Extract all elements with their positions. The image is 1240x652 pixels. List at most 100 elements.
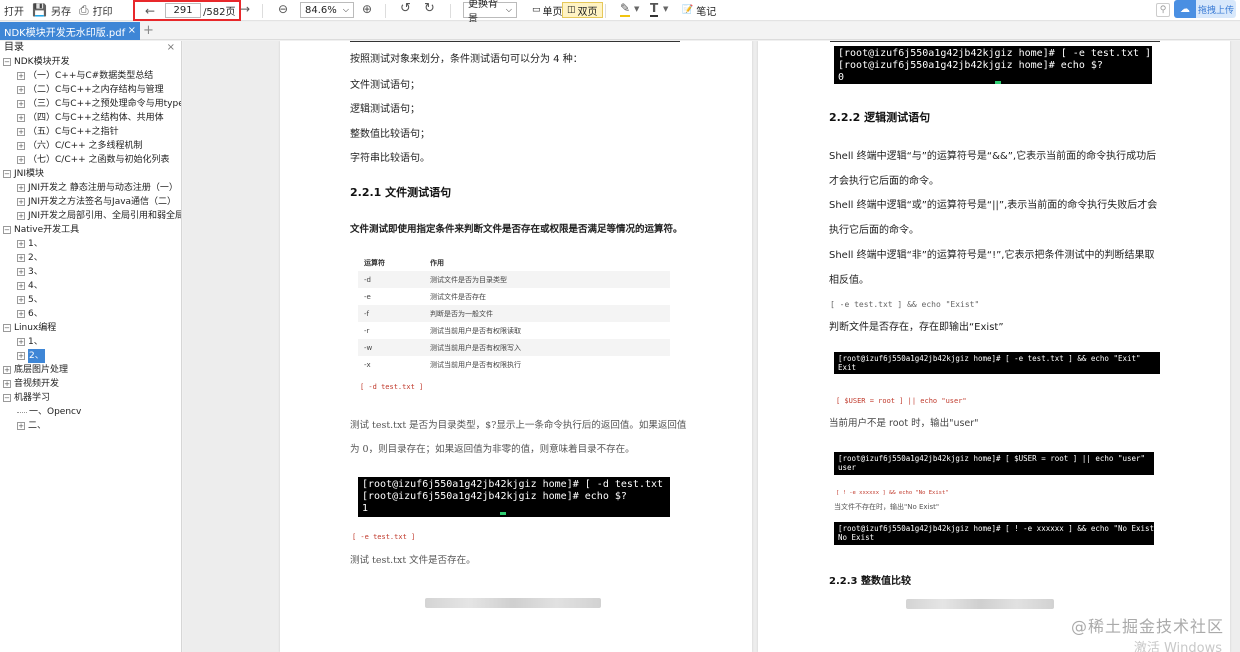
outline-item[interactable]: +1、 [0,237,181,251]
rotate-right-icon[interactable]: ↻ [424,1,435,16]
expand-toggle-icon[interactable]: + [17,114,25,122]
print-button[interactable]: ⎙ 打印 [75,1,117,19]
list-item: 整数值比较语句； [350,129,430,140]
expand-toggle-icon[interactable]: + [17,352,25,360]
zoom-out-icon[interactable]: ⊖ [278,2,288,16]
chevron-down-icon[interactable]: ▼ [634,5,639,13]
expand-toggle-icon[interactable]: + [17,338,25,346]
expand-toggle-icon[interactable]: + [3,366,11,374]
outline-item[interactable]: + （七）C/C++ 之函数与初始化列表 [0,153,181,167]
expand-toggle-icon[interactable]: + [17,268,25,276]
expand-toggle-icon[interactable]: + [17,86,25,94]
outline-item-selected[interactable]: +2、 [0,349,181,363]
outline-item-label: 音视频开发 [14,379,60,389]
outline-item[interactable]: +6、 [0,307,181,321]
tree-connector [17,411,27,413]
expand-toggle-icon[interactable]: + [17,422,25,430]
collapse-toggle-icon[interactable]: − [3,324,11,332]
terminal-line: [root@izuf6j550a1g42jb42kjgiz home]# [ -… [838,354,1141,363]
expand-toggle-icon[interactable]: + [17,72,25,80]
table-cell: 测试当前用户是否有权限执行 [430,360,521,369]
outline-item[interactable]: − Native开发工具 [0,223,181,237]
background-select[interactable]: 更换背景 ⌵ [463,0,517,25]
outline-item[interactable]: − 机器学习 [0,391,181,405]
rotate-left-icon[interactable]: ↺ [400,1,411,16]
outline-item[interactable]: + （二）C与C++之内存结构与管理 [0,83,181,97]
save-as-label: 另存 [50,6,71,18]
collapse-toggle-icon[interactable]: − [3,58,11,66]
terminal-line: No Exist [838,533,875,542]
expand-toggle-icon[interactable]: + [17,142,25,150]
double-page-icon: ◫ [567,5,576,15]
expand-toggle-icon[interactable]: + [17,198,25,206]
save-as-button[interactable]: 💾 另存 [28,1,75,19]
page-number-input[interactable]: 291 [165,3,202,18]
outline-item[interactable]: +JNI开发之局部引用、全局引用和弱全局引用 [0,209,181,223]
text-color-icon[interactable]: T [650,1,659,17]
outline-item[interactable]: 一、Opencv [0,405,181,419]
outline-item[interactable]: + 音视频开发 [0,377,181,391]
code-snippet: [ -e test.txt ] && echo "Exist" [830,300,980,309]
prev-page-arrow-icon[interactable]: ← [145,4,155,18]
expand-toggle-icon[interactable]: + [17,296,25,304]
next-page-arrow-icon[interactable]: → [240,2,250,16]
paragraph: Shell 终端中逻辑“非”的运算符号是“!”,它表示把条件测试中的判断结果取 [829,250,1155,261]
outline-item[interactable]: + JNI开发之 静态注册与动态注册（一） [0,181,181,195]
collapse-toggle-icon[interactable]: − [3,226,11,234]
zoom-in-icon[interactable]: ⊕ [362,2,372,16]
outline-item[interactable]: +2、 [0,251,181,265]
outline-item[interactable]: +（三）C与C++之预处理命令与用typedef [0,97,181,111]
zoom-select[interactable]: 84.6% ⌵ [300,2,354,18]
outline-item-label: 一、Opencv [29,407,82,417]
highlight-pen-icon[interactable]: ✎ [620,1,631,17]
tab-document[interactable]: NDK模块开发无水印版.pdf × [0,22,140,40]
notes-button[interactable]: 📝 笔记 [677,2,721,18]
document-viewer[interactable]: 按照测试对象来划分，条件测试语句可以分为 4 种： 文件测试语句； 逻辑测试语句… [183,41,1240,652]
paragraph: 当文件不存在时，输出"No Exist" [834,503,940,511]
upload-button[interactable]: ☁ 拖拽上传 [1174,0,1236,18]
collapse-toggle-icon[interactable]: − [3,394,11,402]
paragraph: 测试 test.txt 文件是否存在。 [350,555,476,566]
collapse-toggle-icon[interactable]: − [3,170,11,178]
outline-item[interactable]: +3、 [0,265,181,279]
expand-toggle-icon[interactable]: + [17,184,25,192]
table-row: -x 测试当前用户是否有权限执行 [358,356,670,373]
outline-item[interactable]: + JNI开发之方法签名与Java通信（二） [0,195,181,209]
outline-item[interactable]: + 底层图片处理 [0,363,181,377]
table-cell: -w [364,343,373,352]
outline-item[interactable]: − JNI模块 [0,167,181,181]
outline-item[interactable]: − Linux编程 [0,321,181,335]
expand-toggle-icon[interactable]: + [17,128,25,136]
expand-toggle-icon[interactable]: + [17,240,25,248]
expand-toggle-icon[interactable]: + [17,282,25,290]
outline-item[interactable]: +5、 [0,293,181,307]
outline-item[interactable]: +1、 [0,335,181,349]
paragraph: 为 0，则目录存在；如果返回值为非零的值，则意味着目录不存在。 [350,444,635,455]
paragraph: 当前用户不是 root 时，输出"user" [829,418,979,429]
outline-item[interactable]: + （五）C与C++之指针 [0,125,181,139]
chevron-down-icon: ⌵ [342,5,349,14]
outline-item[interactable]: − NDK模块开发 [0,55,181,69]
total-pages: /582页 [203,7,236,18]
close-icon[interactable]: × [167,41,175,55]
close-icon[interactable]: × [128,25,136,36]
chevron-down-icon[interactable]: ▼ [663,5,668,13]
paragraph: 执行它后面的命令。 [829,225,919,236]
expand-toggle-icon[interactable]: + [17,254,25,262]
expand-toggle-icon[interactable]: + [17,310,25,318]
outline-item[interactable]: + （六）C/C++ 之多线程机制 [0,139,181,153]
cursor [500,512,507,515]
outline-item[interactable]: + （一）C++与C#数据类型总结 [0,69,181,83]
expand-toggle-icon[interactable]: + [17,100,25,108]
expand-toggle-icon[interactable]: + [3,380,11,388]
terminal-line: [root@izuf6j550a1g42jb42kjgiz home]# ech… [838,60,1103,71]
outline-item[interactable]: +4、 [0,279,181,293]
outline-item[interactable]: + （四）C与C++之结构体、共用体 [0,111,181,125]
double-page-button[interactable]: ◫ 双页 [562,2,603,18]
expand-toggle-icon[interactable]: + [17,156,25,164]
search-icon[interactable]: ⚲ [1156,3,1170,17]
outline-item[interactable]: + 二、 [0,419,181,433]
add-tab-icon[interactable]: + [143,23,154,38]
open-button[interactable]: 打开 [0,1,28,19]
expand-toggle-icon[interactable]: + [17,212,25,220]
